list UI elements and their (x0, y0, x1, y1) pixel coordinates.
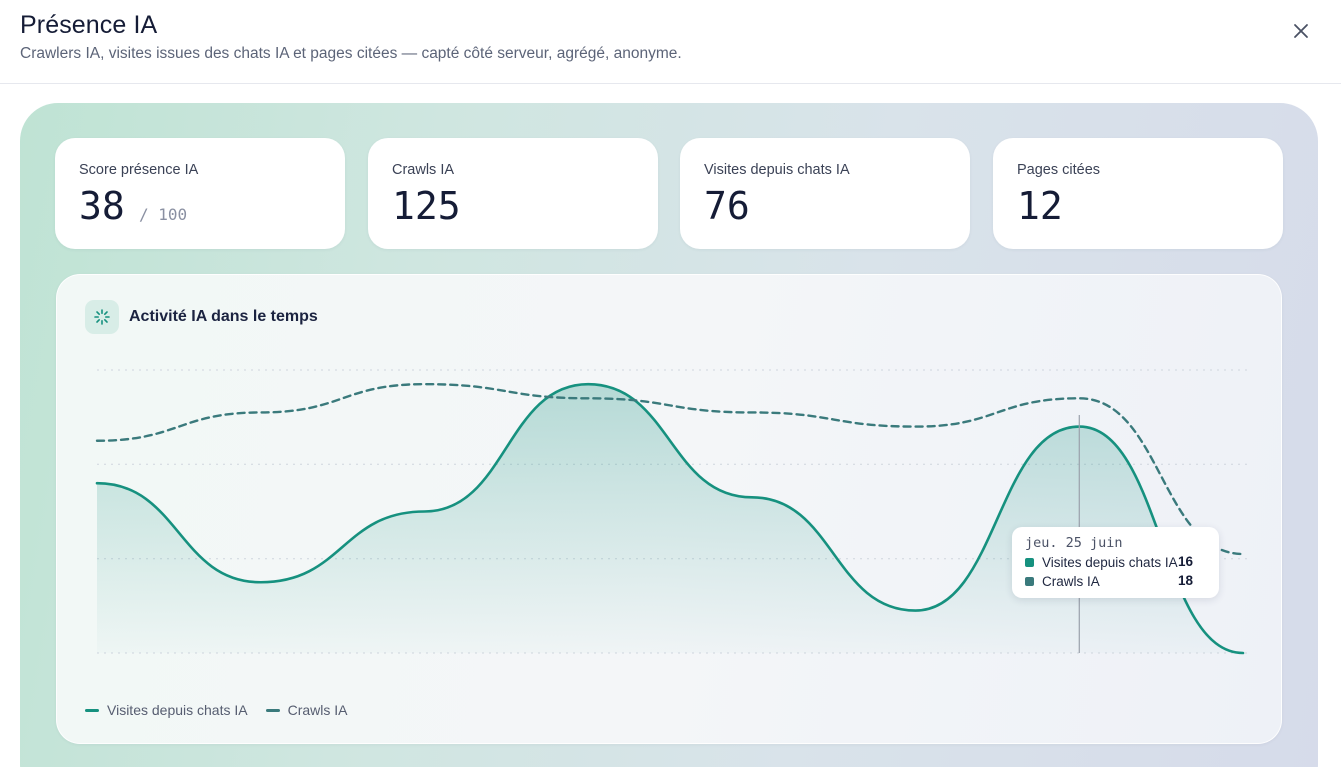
chart-legend: Visites depuis chats IA Crawls IA (85, 702, 366, 718)
sparkle-icon (85, 300, 119, 334)
legend-line (265, 708, 280, 712)
kpi-label: Visites depuis chats IA (704, 162, 850, 178)
activity-chart (95, 369, 1247, 655)
tooltip-row-visits: Visites depuis chats IA (1025, 553, 1178, 571)
kpi-label: Pages citées (1017, 162, 1101, 178)
tooltip-value: 18 (1178, 573, 1194, 588)
kpi-label: Score présence IA (79, 162, 199, 178)
kpi-suffix: / 100 (139, 205, 188, 224)
close-button[interactable] (1286, 16, 1316, 46)
activity-chart-card: Activité IA dans le temps jeu. 25 juin V… (56, 274, 1282, 744)
kpi-card-score: Score présence IA 38 / 100 (55, 138, 345, 249)
tooltip-date: jeu. 25 juin (1025, 535, 1123, 551)
chart-tooltip: jeu. 25 juin Visites depuis chats IA 16 … (1012, 527, 1219, 598)
kpi-card-crawls: Crawls IA 125 (368, 138, 658, 249)
legend-swatch (1025, 576, 1034, 586)
legend-item-crawls[interactable]: Crawls IA (265, 702, 348, 718)
tooltip-label: Crawls IA (1042, 573, 1100, 589)
chart-title: Activité IA dans le temps (129, 308, 318, 325)
tooltip-row-crawls: Crawls IA (1025, 572, 1100, 590)
modal-header: Présence IA Crawlers IA, visites issues … (0, 0, 1341, 84)
close-icon (1294, 24, 1308, 38)
legend-label: Crawls IA (287, 702, 348, 718)
tooltip-value: 16 (1178, 554, 1194, 569)
series-area-visits (97, 384, 1243, 653)
legend-label: Visites depuis chats IA (107, 702, 248, 718)
kpi-value: 38 (79, 184, 125, 228)
ai-presence-panel: Score présence IA 38 / 100 Crawls IA 125… (20, 103, 1318, 767)
kpi-card-visits: Visites depuis chats IA 76 (680, 138, 970, 249)
legend-swatch (1025, 557, 1034, 567)
kpi-value: 12 (1017, 184, 1063, 228)
kpi-label: Crawls IA (392, 162, 455, 178)
tooltip-label: Visites depuis chats IA (1042, 554, 1178, 570)
kpi-value: 125 (392, 184, 461, 228)
kpi-value: 76 (704, 184, 750, 228)
page-title: Présence IA (20, 11, 158, 39)
page-subtitle: Crawlers IA, visites issues des chats IA… (20, 45, 682, 62)
legend-line (85, 708, 99, 712)
legend-item-visits[interactable]: Visites depuis chats IA (85, 702, 248, 718)
kpi-card-pages: Pages citées 12 (993, 138, 1283, 249)
